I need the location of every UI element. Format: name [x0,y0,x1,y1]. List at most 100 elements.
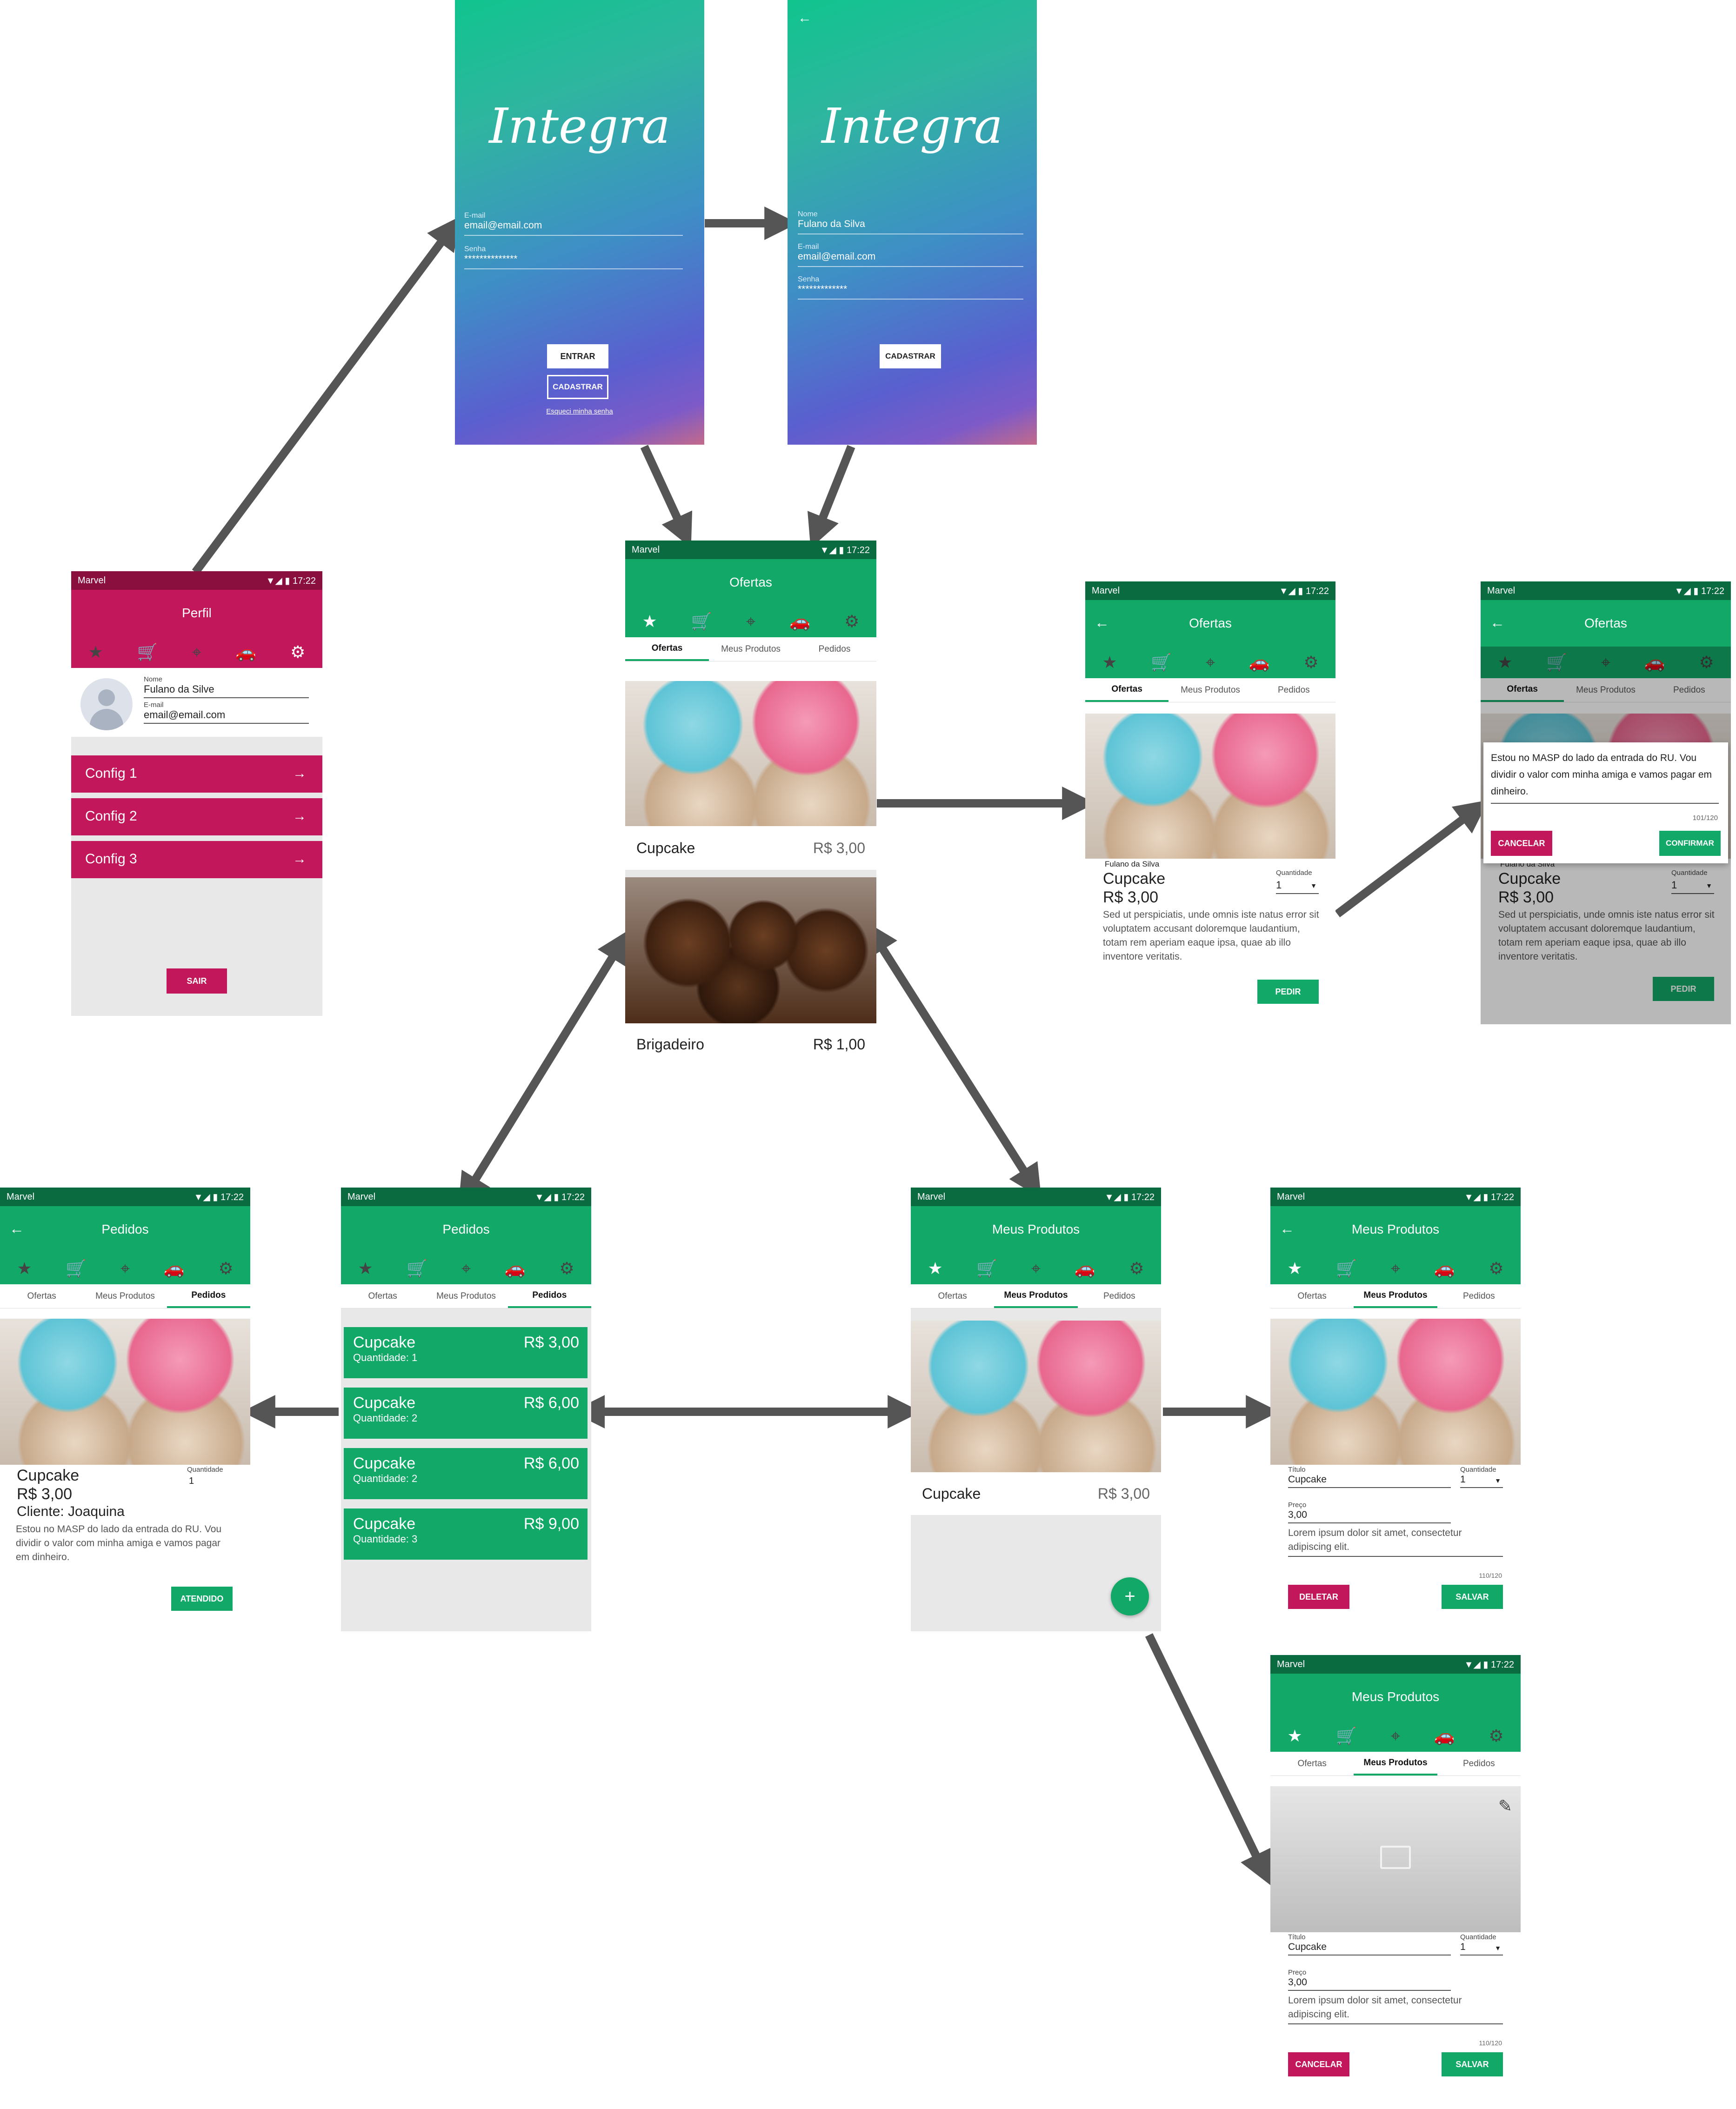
cart-icon[interactable]: 🛒 [137,644,158,661]
cart-icon[interactable]: 🛒 [976,1260,997,1277]
location-pin-icon[interactable]: ⌖ [746,613,755,630]
star-icon[interactable]: ★ [642,613,657,630]
title-input[interactable]: Cupcake [1288,1942,1451,1955]
location-pin-icon[interactable]: ⌖ [1031,1260,1041,1277]
order-card[interactable]: Cupcake Quantidade: 1 R$ 3,00 [344,1327,588,1378]
order-card[interactable]: Cupcake Quantidade: 2 R$ 6,00 [344,1448,588,1499]
name-input[interactable]: Fulano da Silva [798,219,1023,234]
add-product-button[interactable]: + [1111,1577,1149,1615]
star-icon[interactable]: ★ [358,1260,373,1277]
tab-pedidos[interactable]: Pedidos [793,637,876,661]
cart-icon[interactable]: 🛒 [691,613,712,630]
back-arrow-icon[interactable]: ← [798,10,812,26]
tab-pedidos[interactable]: Pedidos [1078,1284,1161,1308]
car-icon[interactable]: 🚗 [164,1260,185,1277]
location-pin-icon[interactable]: ⌖ [461,1260,471,1277]
cart-icon[interactable]: 🛒 [1336,1260,1357,1277]
car-icon[interactable]: 🚗 [505,1260,526,1277]
tab-ofertas[interactable]: Ofertas [1085,678,1169,702]
product-row[interactable]: Brigadeiro R$ 1,00 [625,1023,876,1065]
tab-meus-produtos[interactable]: Meus Produtos [709,637,793,661]
settings-gear-icon[interactable]: ⚙ [1489,1728,1503,1744]
tab-ofertas[interactable]: Ofertas [1270,1284,1354,1308]
star-icon[interactable]: ★ [928,1260,942,1277]
title-input[interactable]: Cupcake [1288,1474,1451,1488]
tab-pedidos[interactable]: Pedidos [507,1284,591,1308]
tab-ofertas[interactable]: Ofertas [911,1284,994,1308]
cart-icon[interactable]: 🛒 [66,1260,87,1277]
cupcake-image[interactable] [1270,1319,1521,1465]
settings-gear-icon[interactable]: ⚙ [1303,654,1318,671]
register-button[interactable]: CADASTRAR [547,375,608,399]
config-1-button[interactable]: Config 1 → [71,755,322,793]
cart-icon[interactable]: 🛒 [1151,654,1172,671]
tab-pedidos[interactable]: Pedidos [1437,1752,1521,1775]
location-pin-icon[interactable]: ⌖ [1391,1260,1400,1277]
tab-meus-produtos[interactable]: Meus Produtos [1168,678,1252,702]
star-icon[interactable]: ★ [17,1260,32,1277]
password-input[interactable]: ************* [798,284,1023,300]
tab-pedidos[interactable]: Pedidos [167,1284,250,1308]
description-input[interactable]: Lorem ipsum dolor sit amet, consectetur … [1288,1526,1503,1557]
product-row[interactable]: Cupcake R$ 3,00 [911,1472,1161,1515]
email-field[interactable]: email@email.com [144,709,309,724]
back-arrow-icon[interactable]: ← [1095,615,1109,630]
back-arrow-icon[interactable]: ← [1490,615,1505,630]
location-pin-icon[interactable]: ⌖ [1391,1728,1400,1744]
tab-ofertas[interactable]: Ofertas [1270,1752,1354,1775]
settings-gear-icon[interactable]: ⚙ [1489,1260,1503,1277]
description-input[interactable]: Lorem ipsum dolor sit amet, consectetur … [1288,1994,1503,2024]
forgot-password-link[interactable]: Esqueci minha senha [455,407,704,415]
tab-meus-produtos[interactable]: Meus Produtos [83,1284,167,1308]
register-submit-button[interactable]: CADASTRAR [880,344,941,368]
order-message-input[interactable]: Estou no MASP do lado da entrada do RU. … [1491,750,1719,804]
quantity-select[interactable]: 1 ▼ [1276,879,1319,894]
delete-button[interactable]: DELETAR [1288,1585,1349,1609]
order-card[interactable]: Cupcake Quantidade: 2 R$ 6,00 [344,1388,588,1439]
attended-button[interactable]: ATENDIDO [171,1587,233,1611]
config-2-button[interactable]: Config 2 → [71,798,322,835]
star-icon[interactable]: ★ [1102,654,1117,671]
tab-meus-produtos[interactable]: Meus Produtos [424,1284,507,1308]
price-input[interactable]: 3,00 [1288,1977,1451,1991]
tab-ofertas[interactable]: Ofertas [341,1284,424,1308]
tab-ofertas[interactable]: Ofertas [625,637,709,661]
car-icon[interactable]: 🚗 [1075,1260,1095,1277]
settings-gear-icon[interactable]: ⚙ [218,1260,233,1277]
star-icon[interactable]: ★ [1287,1728,1302,1744]
settings-gear-icon[interactable]: ⚙ [559,1260,574,1277]
back-arrow-icon[interactable]: ← [9,1221,24,1236]
logout-button[interactable]: SAIR [167,968,227,994]
email-input[interactable]: email@email.com [798,251,1023,267]
tab-meus-produtos[interactable]: Meus Produtos [1354,1752,1437,1775]
save-button[interactable]: SALVAR [1442,2052,1503,2076]
tab-meus-produtos[interactable]: Meus Produtos [994,1284,1078,1308]
image-placeholder[interactable]: ✎ [1270,1786,1521,1932]
cart-icon[interactable]: 🛒 [407,1260,427,1277]
car-icon[interactable]: 🚗 [235,644,256,661]
location-pin-icon[interactable]: ⌖ [192,644,201,661]
email-input[interactable]: email@email.com [464,220,683,236]
confirm-button[interactable]: CONFIRMAR [1659,831,1721,856]
name-field[interactable]: Fulano da Silve [144,683,309,698]
car-icon[interactable]: 🚗 [1434,1728,1455,1744]
car-icon[interactable]: 🚗 [789,613,810,630]
star-icon[interactable]: ★ [88,644,103,661]
quantity-select[interactable]: 1 ▼ [1460,1474,1503,1488]
settings-gear-icon[interactable]: ⚙ [290,644,305,661]
cupcake-image[interactable] [911,1321,1161,1472]
login-button[interactable]: ENTRAR [547,344,608,368]
tab-pedidos[interactable]: Pedidos [1252,678,1335,702]
star-icon[interactable]: ★ [1287,1260,1302,1277]
quantity-select[interactable]: 1 ▼ [1460,1942,1503,1955]
cupcake-image[interactable] [625,681,876,826]
order-card[interactable]: Cupcake Quantidade: 3 R$ 9,00 [344,1508,588,1560]
password-input[interactable]: ************** [464,254,683,269]
cancel-button[interactable]: CANCELAR [1288,2052,1349,2076]
car-icon[interactable]: 🚗 [1434,1260,1455,1277]
tab-pedidos[interactable]: Pedidos [1437,1284,1521,1308]
tab-meus-produtos[interactable]: Meus Produtos [1354,1284,1437,1308]
order-button[interactable]: PEDIR [1257,980,1319,1004]
product-row[interactable]: Cupcake R$ 3,00 [625,826,876,870]
config-3-button[interactable]: Config 3 → [71,841,322,878]
